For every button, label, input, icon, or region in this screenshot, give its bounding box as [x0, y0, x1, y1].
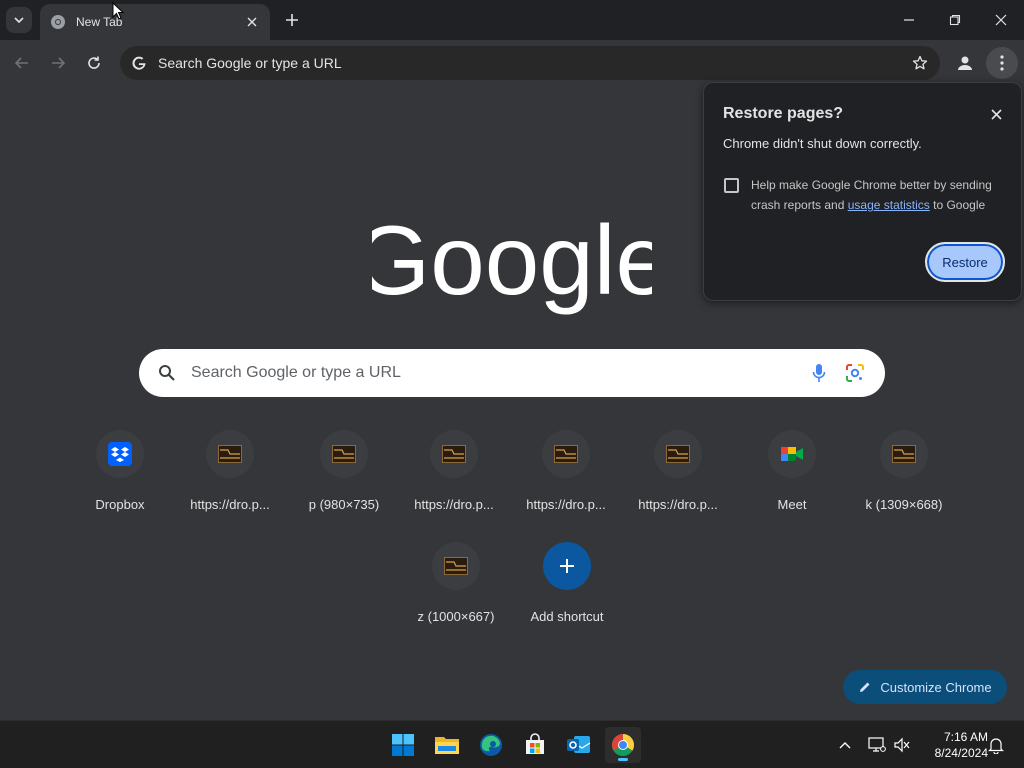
usage-statistics-link[interactable]: usage statistics	[848, 198, 930, 212]
new-tab-button[interactable]	[282, 10, 302, 30]
pencil-icon	[860, 682, 870, 692]
dropbox-icon	[96, 430, 144, 478]
google-g-icon	[130, 54, 148, 72]
restore-pages-dialog: Restore pages? Chrome didn't shut down c…	[703, 82, 1022, 301]
tab-title: New Tab	[76, 15, 123, 29]
shortcut-label: Add shortcut	[530, 609, 604, 624]
chevron-down-icon	[14, 17, 24, 24]
shortcut-tile[interactable]: https://dro.p...	[174, 422, 286, 522]
reload-button[interactable]	[82, 51, 106, 75]
shortcut-label: z (1000×667)	[417, 609, 495, 624]
tab-new-tab[interactable]: New Tab	[40, 4, 270, 40]
bookmark-star-icon[interactable]	[910, 53, 930, 73]
crash-report-checkbox[interactable]	[724, 178, 739, 193]
shortcut-tile[interactable]: https://dro.p...	[622, 422, 734, 522]
chrome-taskbar-button[interactable]	[605, 727, 641, 763]
plus-icon	[543, 542, 591, 590]
dialog-subtitle: Chrome didn't shut down correctly.	[723, 136, 922, 151]
system-clock[interactable]: 7:16 AM 8/24/2024	[916, 729, 988, 761]
meet-icon	[768, 430, 816, 478]
close-icon[interactable]	[987, 105, 1005, 123]
file-explorer-icon[interactable]	[429, 727, 465, 763]
edge-icon[interactable]	[473, 727, 509, 763]
thumbnail-icon	[430, 430, 478, 478]
arrow-left-icon	[14, 57, 28, 69]
shortcut-label: Meet	[777, 497, 807, 512]
person-icon	[958, 56, 972, 70]
notification-bell-icon[interactable]	[984, 733, 1008, 757]
shortcut-label: k (1309×668)	[865, 497, 943, 512]
clock-date: 8/24/2024	[934, 746, 988, 760]
google-logo-text: Google	[372, 206, 652, 315]
tab-search-button[interactable]	[6, 7, 32, 33]
close-icon[interactable]	[244, 14, 260, 30]
google-lens-icon[interactable]	[843, 361, 867, 385]
chrome-menu-button[interactable]	[986, 47, 1018, 79]
restore-button[interactable]	[943, 8, 967, 32]
more-vertical-icon	[1000, 55, 1004, 71]
thumbnail-icon	[542, 430, 590, 478]
customize-chrome-label: Customize Chrome	[880, 679, 992, 695]
shortcut-tile[interactable]: https://dro.p...	[398, 422, 510, 522]
store-icon[interactable]	[517, 727, 553, 763]
clock-time: 7:16 AM	[943, 730, 988, 744]
forward-button[interactable]	[46, 51, 70, 75]
omnibox[interactable]: Search Google or type a URL	[120, 46, 940, 80]
minimize-button[interactable]	[897, 8, 921, 32]
shortcut-tile[interactable]: z (1000×667)	[400, 534, 512, 634]
chevron-up-icon[interactable]	[833, 733, 857, 757]
thumbnail-icon	[206, 430, 254, 478]
shortcut-tile[interactable]: p (980×735)	[288, 422, 400, 522]
crash-report-label: Help make Google Chrome better by sendin…	[751, 175, 1007, 215]
windows-start-icon[interactable]	[385, 727, 421, 763]
minimize-icon	[904, 19, 914, 21]
shortcut-tile[interactable]: Meet	[736, 422, 848, 522]
profile-button[interactable]	[954, 52, 976, 74]
shortcut-label: Dropbox	[95, 497, 145, 512]
arrow-right-icon	[52, 57, 66, 69]
active-app-indicator	[618, 758, 628, 761]
chrome-icon	[50, 14, 66, 30]
dialog-title: Restore pages?	[723, 105, 844, 122]
chrome-icon	[612, 734, 634, 756]
restore-button[interactable]: Restore	[925, 242, 1005, 282]
shortcut-label: p (980×735)	[308, 497, 380, 512]
back-button[interactable]	[10, 51, 34, 75]
search-icon	[157, 363, 177, 383]
help-text-end: to Google	[933, 198, 986, 212]
add-shortcut-tile[interactable]: Add shortcut	[511, 534, 623, 634]
windows-taskbar: 7:16 AM 8/24/2024	[0, 720, 1024, 768]
google-logo: Google	[372, 206, 652, 315]
plus-icon	[286, 14, 298, 26]
restore-icon	[949, 14, 961, 26]
shortcut-tile[interactable]: https://dro.p...	[510, 422, 622, 522]
thumbnail-icon	[654, 430, 702, 478]
window-close-button[interactable]	[989, 8, 1013, 32]
omnibox-placeholder: Search Google or type a URL	[158, 55, 342, 71]
network-icon[interactable]	[865, 733, 889, 757]
shortcut-label: https://dro.p...	[414, 497, 494, 512]
thumbnail-icon	[320, 430, 368, 478]
reload-icon	[88, 56, 100, 69]
shortcut-tile[interactable]: k (1309×668)	[848, 422, 960, 522]
microphone-icon[interactable]	[807, 361, 831, 385]
thumbnail-icon	[880, 430, 928, 478]
shortcut-label: https://dro.p...	[526, 497, 606, 512]
ntp-search-box[interactable]: Search Google or type a URL	[139, 349, 885, 397]
thumbnail-icon	[432, 542, 480, 590]
search-placeholder: Search Google or type a URL	[191, 364, 401, 381]
toolbar: Search Google or type a URL	[0, 40, 1024, 86]
tab-strip: New Tab	[0, 0, 1024, 40]
close-icon	[995, 14, 1007, 26]
shortcut-label: https://dro.p...	[638, 497, 718, 512]
outlook-icon[interactable]	[561, 727, 597, 763]
customize-chrome-button[interactable]: Customize Chrome	[843, 670, 1007, 704]
mouse-cursor-icon	[112, 2, 124, 20]
shortcut-label: https://dro.p...	[190, 497, 270, 512]
volume-muted-icon[interactable]	[890, 733, 914, 757]
shortcut-tile[interactable]: Dropbox	[64, 422, 176, 522]
